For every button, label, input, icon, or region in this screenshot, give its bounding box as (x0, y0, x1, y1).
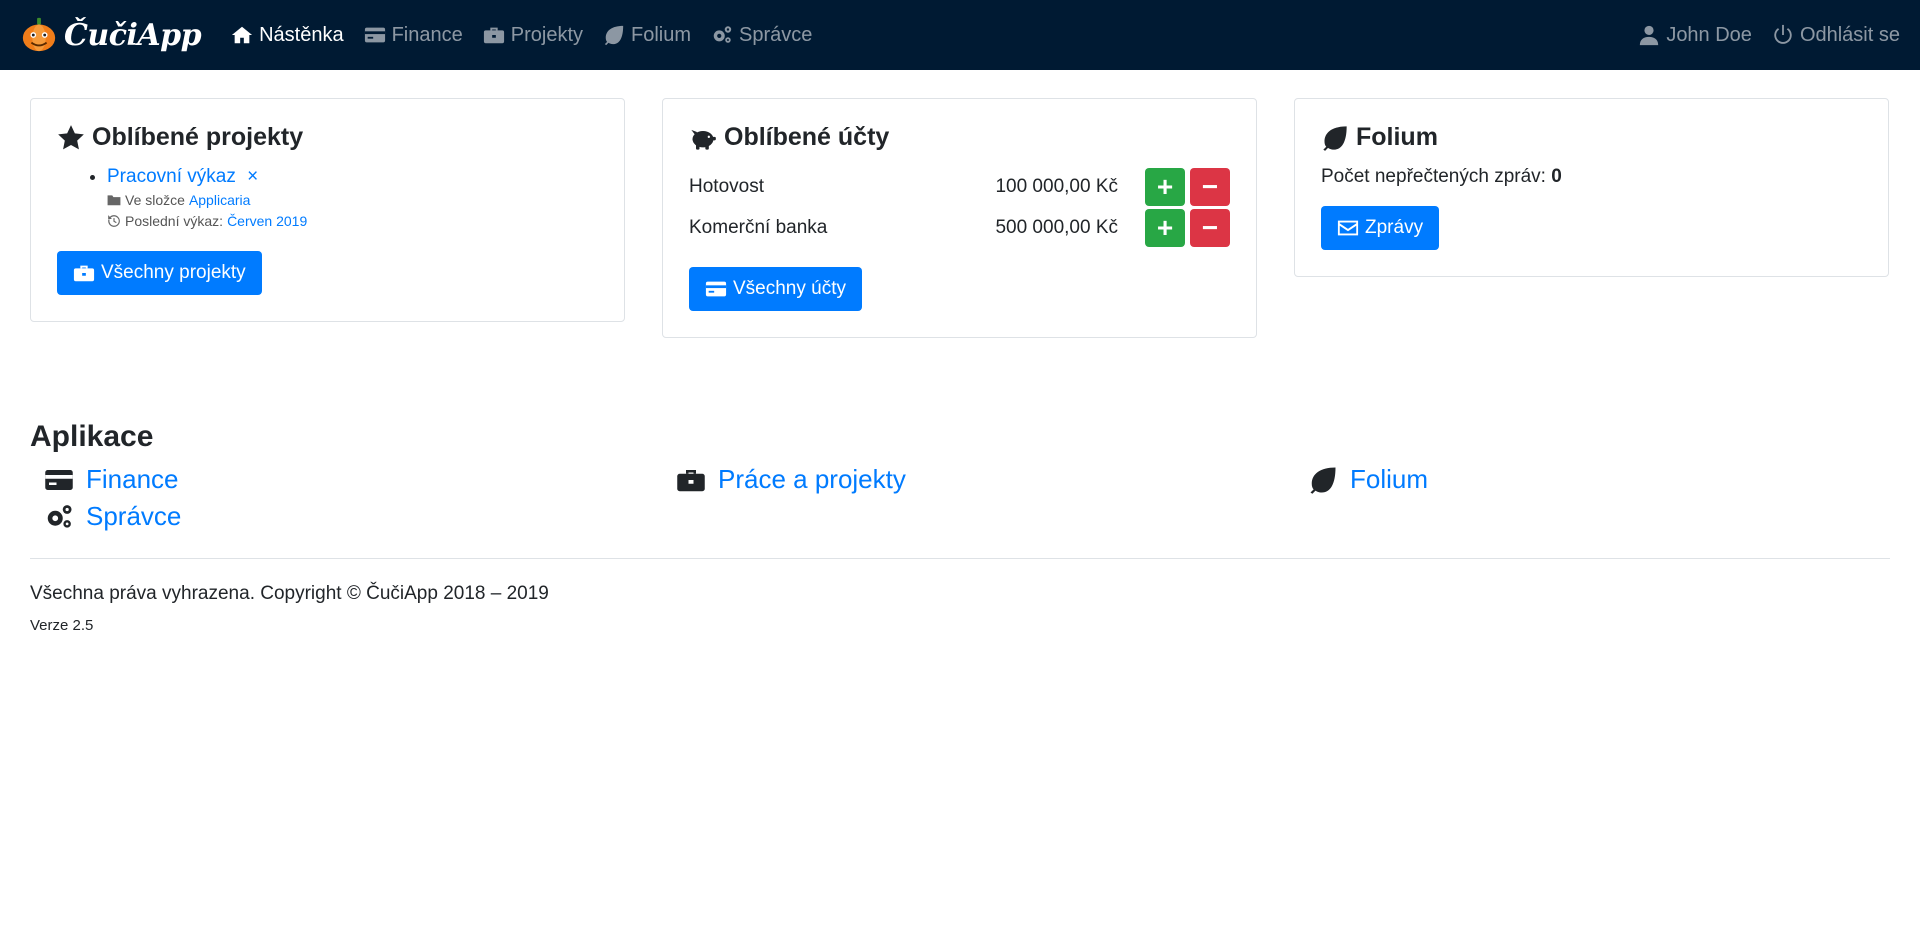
remove-favorite-button[interactable]: × (247, 166, 258, 187)
cogs-icon (713, 26, 732, 43)
cogs-icon (47, 504, 72, 528)
brand[interactable]: ČučiApp (20, 16, 202, 54)
nav-item-projekty[interactable]: Projekty (483, 24, 583, 47)
nav-left: ČučiApp Nástěnka Finance Projekty Folium… (20, 16, 832, 54)
account-row: Hotovost 100 000,00 Kč + − (689, 166, 1230, 207)
piggy-bank-icon (691, 129, 716, 150)
credit-card-icon (45, 469, 73, 490)
list-item: Pracovní výkaz × Ve složce Applicaria Po… (107, 166, 598, 229)
app-link-admin[interactable]: Správce (44, 501, 676, 532)
folder-icon (107, 195, 121, 206)
leaf-icon (604, 25, 624, 46)
nav-item-finance[interactable]: Finance (364, 24, 463, 47)
nav-item-label: Folium (631, 23, 692, 46)
briefcase-icon (483, 27, 504, 44)
footer: Všechna práva vyhrazena. Copyright © Čuč… (0, 583, 1920, 634)
add-income-button[interactable]: + (1145, 167, 1185, 206)
nav-item-label: Projekty (510, 23, 583, 46)
card-title: Oblíbené projekty (57, 123, 598, 152)
last-report-link[interactable]: Červen 2019 (227, 213, 307, 229)
footer-divider (30, 558, 1890, 559)
card-title: Oblíbené účty (689, 123, 1230, 152)
last-report-label: Poslední výkaz: (125, 213, 224, 229)
folium-card: Folium Počet nepřečtených zpráv: 0 Zpráv… (1294, 98, 1889, 277)
account-amount: 100 000,00 Kč (995, 175, 1118, 197)
nav-item-nastenka[interactable]: Nástěnka (231, 24, 344, 47)
project-folder: Ve složce Applicaria (107, 192, 598, 208)
leaf-icon (1310, 467, 1336, 494)
all-projects-button[interactable]: Všechny projekty (57, 251, 262, 295)
logout-link[interactable]: Odhlásit se (1772, 24, 1900, 47)
favorite-projects-card: Oblíbené projekty Pracovní výkaz × Ve sl… (30, 98, 625, 322)
leaf-icon (1323, 125, 1347, 151)
project-link[interactable]: Pracovní výkaz (107, 166, 236, 187)
messages-button[interactable]: Zprávy (1321, 206, 1440, 250)
dashboard-cards: Oblíbené projekty Pracovní výkaz × Ve sl… (0, 70, 1920, 338)
briefcase-icon (677, 469, 705, 491)
unread-messages: Počet nepřečtených zpráv: 0 (1321, 166, 1862, 188)
nav-item-spravce[interactable]: Správce (711, 24, 812, 47)
button-label: Všechny projekty (101, 262, 246, 283)
user-menu[interactable]: John Doe (1638, 24, 1752, 47)
add-income-button[interactable]: + (1145, 208, 1185, 247)
card-title-text: Folium (1356, 123, 1438, 151)
copyright: Všechna práva vyhrazena. Copyright © Čuč… (30, 583, 549, 604)
account-row: Komerční banka 500 000,00 Kč + − (689, 207, 1230, 248)
button-label: Všechny účty (733, 278, 846, 299)
card-title-text: Oblíbené projekty (92, 123, 304, 151)
apps-title: Aplikace (30, 420, 154, 453)
app-link-label: Folium (1350, 464, 1429, 494)
account-name: Komerční banka (689, 216, 828, 238)
logout-label: Odhlásit se (1799, 23, 1900, 46)
button-label: Zprávy (1365, 217, 1424, 238)
version: Verze 2.5 (30, 617, 94, 634)
add-expense-button[interactable]: − (1190, 167, 1230, 206)
app-link-finance[interactable]: Finance (44, 464, 676, 495)
project-meta: Ve složce Applicaria Poslední výkaz: Čer… (107, 192, 598, 229)
credit-card-icon (705, 281, 727, 297)
unread-count: 0 (1551, 166, 1562, 187)
nav-item-folium[interactable]: Folium (603, 24, 691, 47)
user-name: John Doe (1666, 23, 1752, 46)
briefcase-icon (73, 265, 95, 282)
top-navbar: ČučiApp Nástěnka Finance Projekty Folium… (0, 0, 1920, 70)
brand-name: ČučiApp (64, 17, 202, 53)
folder-label: Ve složce (125, 192, 185, 208)
user-icon (1640, 25, 1659, 46)
credit-card-icon (364, 27, 385, 43)
power-icon (1774, 24, 1792, 44)
card-title-text: Oblíbené účty (724, 123, 890, 151)
unread-label: Počet nepřečtených zpráv: (1321, 166, 1546, 187)
all-accounts-button[interactable]: Všechny účty (689, 267, 862, 311)
pumpkin-logo-icon (22, 17, 56, 52)
favorite-projects-list: Pracovní výkaz × Ve složce Applicaria Po… (57, 166, 598, 229)
history-icon (108, 215, 120, 227)
folder-link[interactable]: Applicaria (189, 192, 250, 208)
add-expense-button[interactable]: − (1190, 208, 1230, 247)
nav-item-label: Nástěnka (259, 23, 344, 46)
project-last-report: Poslední výkaz: Červen 2019 (107, 213, 598, 229)
account-amount: 500 000,00 Kč (995, 216, 1118, 238)
nav-right: John Doe Odhlásit se (1618, 24, 1900, 47)
nav-item-label: Správce (739, 23, 813, 46)
apps-grid: Finance Práce a projekty Folium Správce (30, 464, 1890, 532)
card-title: Folium (1321, 123, 1862, 152)
account-name: Hotovost (689, 175, 764, 197)
app-link-label: Práce a projekty (718, 464, 906, 494)
home-icon (232, 26, 253, 44)
app-link-label: Správce (86, 501, 182, 531)
nav-item-label: Finance (391, 23, 463, 46)
envelope-icon (1337, 220, 1359, 236)
app-link-folium[interactable]: Folium (1308, 464, 1908, 495)
app-link-projects[interactable]: Práce a projekty (676, 464, 1308, 495)
favorite-accounts-card: Oblíbené účty Hotovost 100 000,00 Kč + −… (662, 98, 1257, 338)
apps-section: Aplikace Finance Práce a projekty Folium… (0, 338, 1920, 532)
star-icon (58, 124, 84, 149)
app-link-label: Finance (86, 464, 179, 494)
